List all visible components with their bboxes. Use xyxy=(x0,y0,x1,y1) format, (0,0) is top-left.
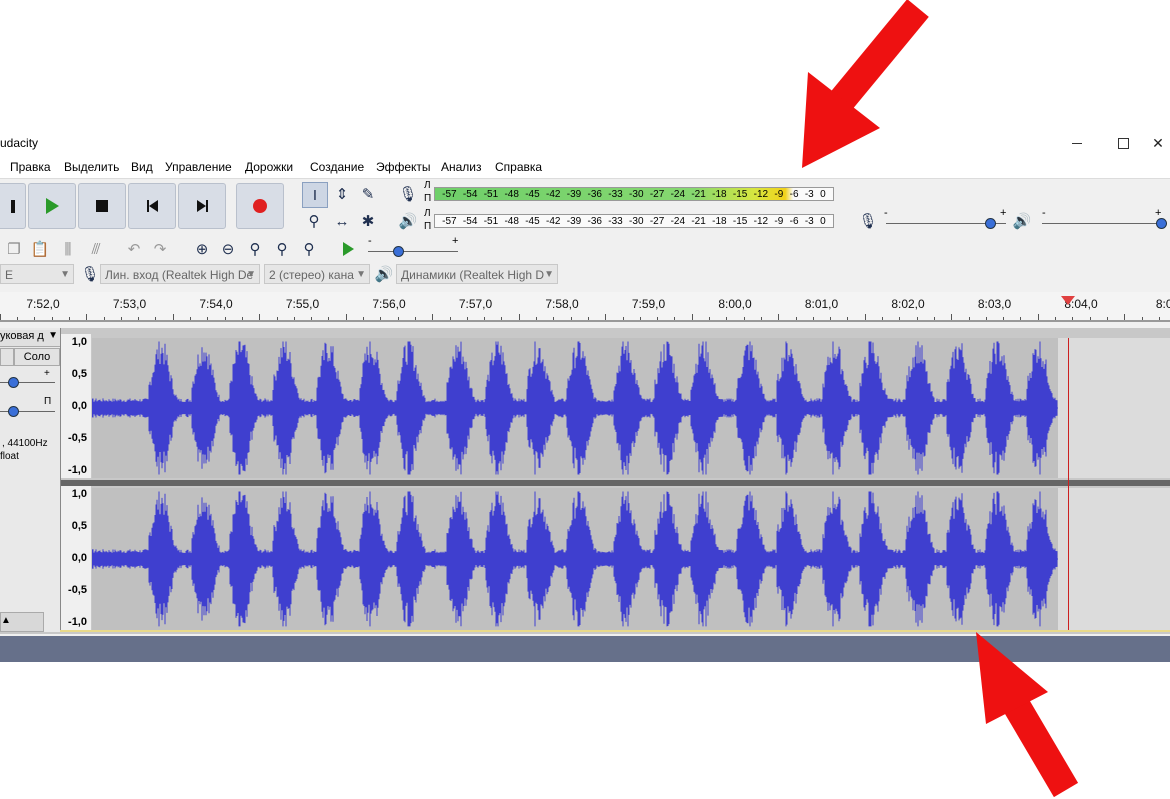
annotation-overlay xyxy=(802,0,1079,798)
red-arrow-bottom-icon xyxy=(976,632,1079,798)
red-arrow-top-icon xyxy=(802,0,929,168)
